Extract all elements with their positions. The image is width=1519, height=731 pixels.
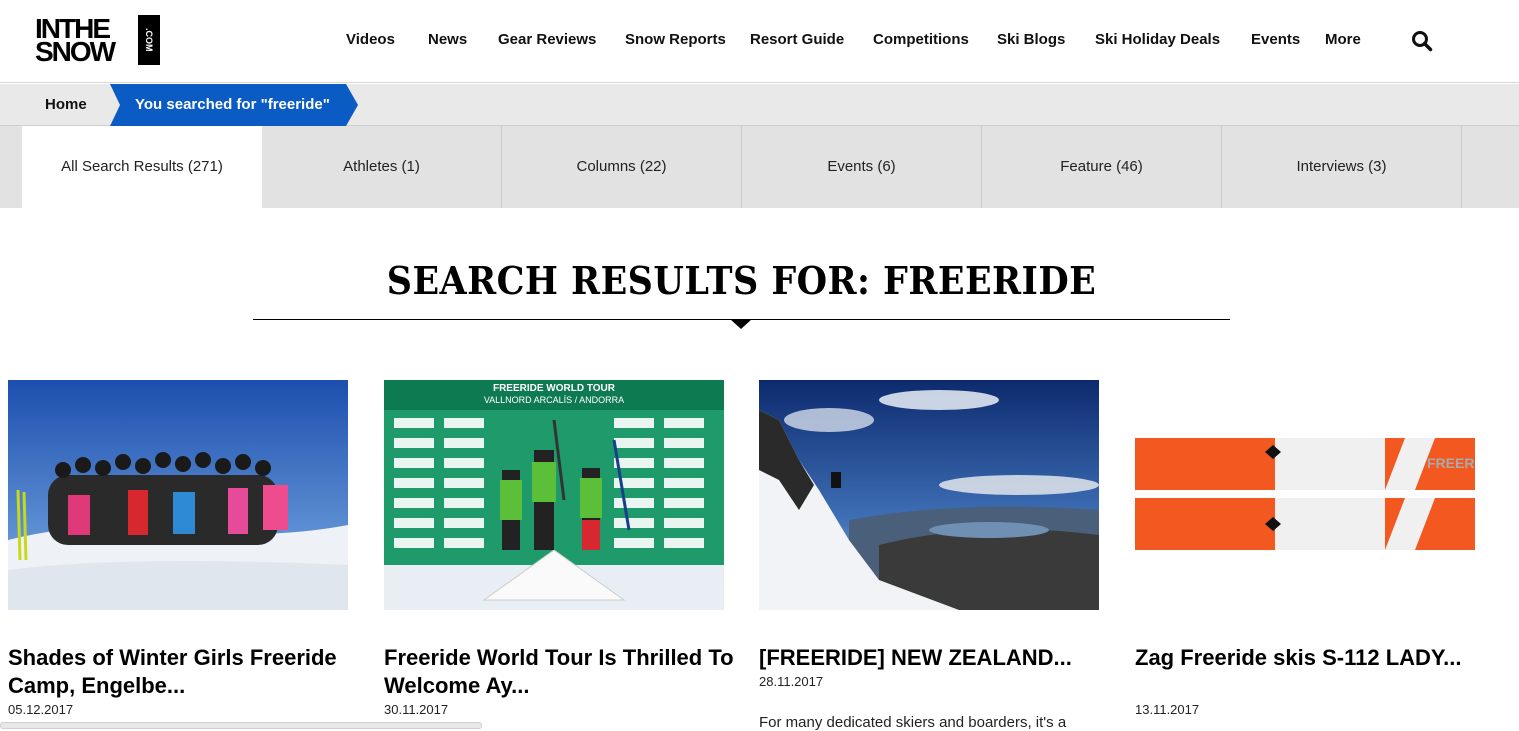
nav-events[interactable]: Events (1251, 31, 1300, 48)
nav-ski-holiday-deals[interactable]: Ski Holiday Deals (1095, 31, 1220, 48)
result-filter-tabs: All Search Results (271) Athletes (1) Co… (0, 126, 1519, 208)
tab-events[interactable]: Events (6) (742, 126, 982, 208)
breadcrumb-current-label: You searched for "freeride" (135, 96, 330, 113)
tabs-left-gutter (0, 126, 22, 208)
result-date: 13.11.2017 (1135, 702, 1200, 717)
result-thumbnail[interactable]: FREERIDE WORLD TOUR VALLNORD ARCALÍS / A… (384, 380, 724, 610)
nav-snow-reports[interactable]: Snow Reports (625, 31, 726, 48)
result-date: 30.11.2017 (384, 702, 449, 717)
search-icon[interactable] (1411, 30, 1433, 52)
result-date: 05.12.2017 (8, 702, 74, 717)
site-logo[interactable]: INTHE SNOW .COM (35, 15, 160, 67)
nav-resort-guide[interactable]: Resort Guide (750, 31, 844, 48)
result-excerpt: For many dedicated skiers and boarders, … (759, 714, 1067, 731)
tab-interviews[interactable]: Interviews (3) (1222, 126, 1462, 208)
logo-suffix: .COM (138, 15, 160, 65)
nav-news[interactable]: News (428, 31, 467, 48)
nav-videos[interactable]: Videos (346, 31, 395, 48)
result-thumbnail[interactable]: FREERI (1135, 380, 1475, 610)
horizontal-scrollbar[interactable] (0, 722, 482, 729)
result-card: [FREERIDE] NEW ZEALAND... 28.11.2017 For… (759, 380, 1099, 731)
result-title[interactable]: Freeride World Tour Is Thrilled To Welco… (384, 644, 734, 700)
tab-columns[interactable]: Columns (22) (502, 126, 742, 208)
logo-line-2: SNOW (35, 36, 116, 67)
ski-brand-text: FREERI (1427, 455, 1475, 471)
result-date: 28.11.2017 (759, 674, 824, 689)
tab-next-partial[interactable] (1462, 126, 1519, 208)
page-title: SEARCH RESULTS FOR: FREERIDE (386, 258, 1097, 303)
result-thumbnail[interactable] (8, 380, 348, 610)
nav-competitions[interactable]: Competitions (873, 31, 969, 48)
fwt-banner-text: FREERIDE WORLD TOUR (493, 383, 616, 394)
tab-feature[interactable]: Feature (46) (982, 126, 1222, 208)
tab-all-search-results[interactable]: All Search Results (271) (22, 126, 262, 208)
site-header: INTHE SNOW .COM Videos News Gear Reviews… (0, 0, 1519, 83)
nav-gear-reviews[interactable]: Gear Reviews (498, 31, 596, 48)
result-card: FREERI Zag Freeride skis S-112 LADY... 1… (1135, 380, 1475, 717)
result-title[interactable]: Shades of Winter Girls Freeride Camp, En… (8, 644, 358, 700)
nav-more[interactable]: More (1325, 31, 1361, 48)
fwt-location-text: VALLNORD ARCALÍS / ANDORRA (484, 395, 624, 405)
tab-athletes[interactable]: Athletes (1) (262, 126, 502, 208)
breadcrumb-current: You searched for "freeride" (110, 84, 358, 126)
result-title[interactable]: Zag Freeride skis S-112 LADY... (1135, 644, 1485, 672)
result-card: FREERIDE WORLD TOUR VALLNORD ARCALÍS / A… (384, 380, 734, 717)
breadcrumb-home[interactable]: Home (45, 96, 87, 113)
title-divider-arrow (730, 319, 752, 329)
result-thumbnail[interactable] (759, 380, 1099, 610)
result-card: Shades of Winter Girls Freeride Camp, En… (8, 380, 348, 717)
nav-ski-blogs[interactable]: Ski Blogs (997, 31, 1065, 48)
result-title[interactable]: [FREERIDE] NEW ZEALAND... (759, 644, 1109, 672)
breadcrumb: Home You searched for "freeride" (0, 84, 1519, 126)
